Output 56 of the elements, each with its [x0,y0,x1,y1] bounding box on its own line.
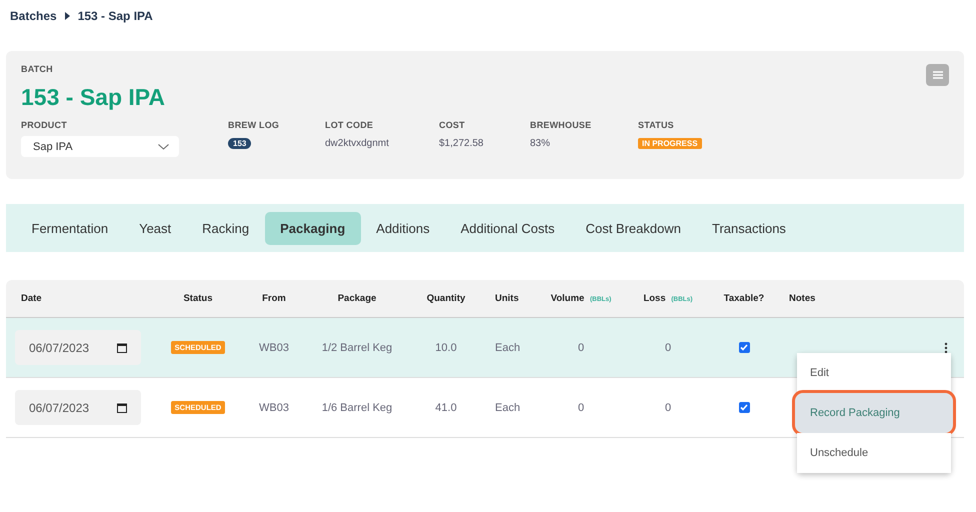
field-value: dw2ktvxdgnmt [325,138,390,149]
tab[interactable]: Transactions [696,212,802,244]
tab[interactable]: Racking [186,212,265,244]
column-header: Date [21,293,42,304]
product-dropdown[interactable]: Sap IPA [21,136,179,157]
menu-item[interactable]: Unschedule [797,433,951,473]
tab[interactable]: Packaging [264,212,361,244]
menu-item[interactable]: Edit [797,353,951,393]
field-label: BREWHOUSE [530,120,592,130]
field-label: COST [439,120,466,130]
brew-log-badge[interactable]: 153 [228,138,252,149]
date-field[interactable]: 06/07/2023 [15,390,141,425]
breadcrumb-link[interactable]: Batches [10,9,57,23]
column-header: Units [495,293,519,304]
caret-icon [64,12,70,20]
table-cell: WB03 [259,342,289,354]
table-cell: Each [495,342,520,354]
field-label: STATUS [638,120,675,130]
column-header: From [262,293,286,304]
batch-label: BATCH [21,64,54,74]
batch-title: 153 - Sap IPA [21,84,166,111]
tab[interactable]: Fermentation [16,212,124,244]
table-cell: 0 [578,402,584,414]
table-cell: 10.0 [435,342,457,354]
column-header: Taxable? [724,293,764,304]
table-cell: 0 [664,402,672,414]
field-label: LOT CODE [325,120,374,130]
menu-item[interactable]: Record Packaging [795,393,953,433]
calendar-icon[interactable] [117,402,127,412]
field-label: PRODUCT [21,120,68,130]
field-value: 83% [530,138,552,149]
field-label: BREW LOG [228,120,280,130]
tab[interactable]: Yeast [124,212,187,244]
tab[interactable]: Cost Breakdown [570,212,696,244]
table-cell: 41.0 [435,402,457,414]
chevron-down-icon [158,144,169,150]
checkbox[interactable] [738,342,750,353]
table-cell: WB03 [259,402,289,414]
table-cell: 1/2 Barrel Keg [322,342,392,354]
table-cell: Each [495,402,520,414]
table-cell: 1/6 Barrel Keg [322,402,392,414]
field-value: $1,272.58 [439,138,484,149]
tab[interactable]: Additions [360,212,446,244]
column-header: Quantity [426,293,466,304]
column-header: Notes [789,293,816,304]
menu-icon [932,71,942,79]
table-cell: 0 [664,342,672,354]
date-field[interactable]: 06/07/2023 [15,330,141,365]
checkbox[interactable] [738,402,750,413]
status-badge: IN PROGRESS [638,138,702,149]
tab[interactable]: Additional Costs [445,212,570,244]
breadcrumb-current: 153 - Sap IPA [78,9,153,23]
column-header: Status [183,293,213,304]
table-cell: 0 [578,342,584,354]
column-header: Package [338,293,376,304]
calendar-icon[interactable] [117,342,127,352]
